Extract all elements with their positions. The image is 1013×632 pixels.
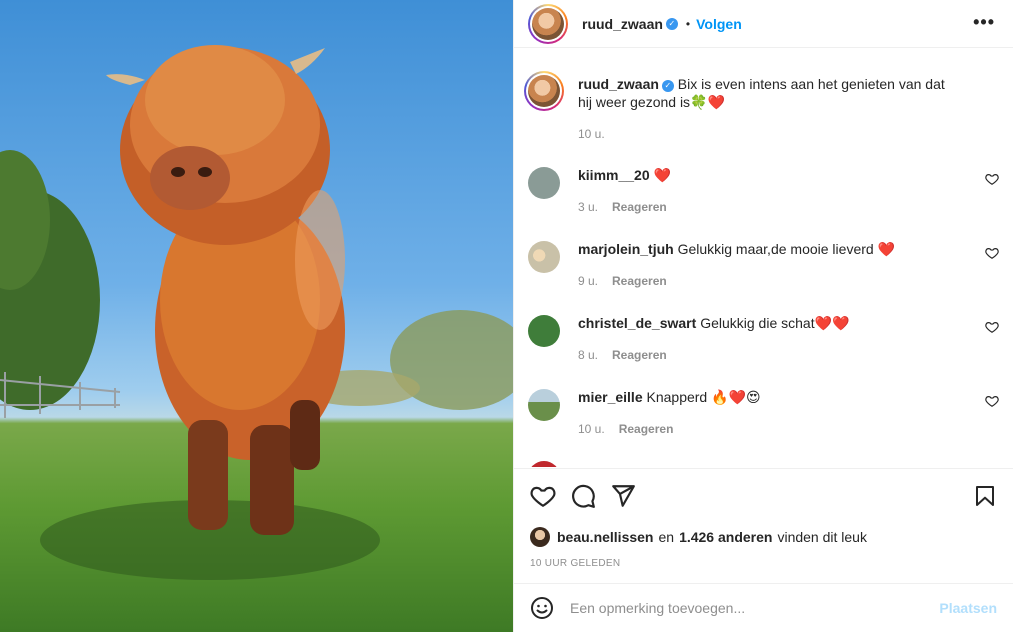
comment-text: Gelukkig die schat❤️❤️ bbox=[700, 315, 850, 331]
comment-icon[interactable] bbox=[570, 483, 596, 509]
comment-input[interactable] bbox=[570, 600, 940, 616]
comment-item: kiimm__20 ❤️ 3 u. Reageren bbox=[528, 166, 999, 216]
likes-count[interactable]: 1.426 anderen bbox=[679, 529, 772, 545]
comment-item: mier_eille Knapperd 🔥❤️😍 10 u. Reageren bbox=[528, 388, 999, 438]
author-username[interactable]: ruud_zwaan bbox=[582, 16, 663, 32]
commenter-avatar[interactable] bbox=[528, 167, 560, 199]
author-avatar[interactable] bbox=[528, 3, 568, 44]
post-timestamp[interactable]: 10 UUR GELEDEN bbox=[530, 558, 620, 569]
comment-username[interactable]: mier_eille bbox=[578, 389, 643, 405]
comment-text: ❤️ bbox=[653, 167, 671, 183]
verified-icon: ✓ bbox=[661, 80, 674, 92]
post-actions: beau.nellissen en 1.426 anderen vinden d… bbox=[514, 468, 1013, 583]
caption-avatar[interactable] bbox=[524, 71, 564, 111]
post-photo[interactable] bbox=[0, 0, 513, 632]
likes-suffix: vinden dit leuk bbox=[777, 529, 867, 545]
like-comment-heart-icon[interactable] bbox=[985, 172, 999, 186]
reply-button[interactable]: Reageren bbox=[612, 200, 667, 214]
commenter-avatar[interactable] bbox=[528, 241, 560, 273]
share-icon[interactable] bbox=[610, 483, 636, 509]
more-options-icon[interactable]: ••• bbox=[973, 12, 995, 33]
reply-button[interactable]: Reageren bbox=[612, 348, 667, 362]
comment-time[interactable]: 9 u. bbox=[578, 274, 598, 288]
comment-item: christel_de_swart Gelukkig die schat❤️❤️… bbox=[528, 314, 999, 364]
likes-connector: en bbox=[658, 529, 675, 545]
heart-icon[interactable] bbox=[530, 483, 556, 509]
bookmark-icon[interactable] bbox=[973, 483, 997, 509]
reply-button[interactable]: Reageren bbox=[619, 422, 674, 436]
comment-text: Knapperd 🔥❤️😍 bbox=[646, 389, 761, 405]
post-side-panel: ruud_zwaan ✓ • Volgen ••• ruud_zwaan ✓ Bi… bbox=[513, 0, 1013, 632]
comment-time[interactable]: 10 u. bbox=[578, 422, 605, 436]
add-comment-bar: Plaatsen bbox=[514, 583, 1013, 632]
comment-item: marjolein_tjuh Gelukkig maar,de mooie li… bbox=[528, 240, 999, 290]
comment-username[interactable]: marjolein_tjuh bbox=[578, 241, 674, 257]
follow-button[interactable]: Volgen bbox=[696, 16, 742, 32]
commenter-avatar[interactable] bbox=[528, 315, 560, 347]
emoji-icon[interactable] bbox=[530, 596, 554, 620]
post-caption: ruud_zwaan ✓ Bix is even intens aan het g… bbox=[524, 71, 999, 143]
post-header: ruud_zwaan ✓ • Volgen ••• bbox=[514, 0, 1013, 48]
like-comment-heart-icon[interactable] bbox=[985, 394, 999, 408]
comments-list[interactable]: ruud_zwaan ✓ Bix is even intens aan het g… bbox=[514, 49, 1013, 467]
caption-time[interactable]: 10 u. bbox=[578, 127, 605, 141]
comment-username[interactable]: christel_de_swart bbox=[578, 315, 696, 331]
likes-summary[interactable]: beau.nellissen en 1.426 anderen vinden d… bbox=[530, 527, 867, 547]
comment-username[interactable]: kiimm__20 bbox=[578, 167, 650, 183]
like-comment-heart-icon[interactable] bbox=[985, 246, 999, 260]
liker-avatar[interactable] bbox=[530, 527, 550, 547]
post-comment-button[interactable]: Plaatsen bbox=[939, 600, 997, 616]
commenter-avatar[interactable] bbox=[528, 389, 560, 421]
comment-time[interactable]: 3 u. bbox=[578, 200, 598, 214]
comment-time[interactable]: 8 u. bbox=[578, 348, 598, 362]
highland-calf-image bbox=[0, 45, 513, 580]
liker-username[interactable]: beau.nellissen bbox=[557, 529, 653, 545]
commenter-avatar[interactable] bbox=[528, 461, 560, 467]
separator-dot: • bbox=[685, 16, 691, 31]
post-viewer: ruud_zwaan ✓ • Volgen ••• ruud_zwaan ✓ Bi… bbox=[0, 0, 1013, 632]
like-comment-heart-icon[interactable] bbox=[985, 320, 999, 334]
verified-icon: ✓ bbox=[665, 17, 678, 30]
caption-username[interactable]: ruud_zwaan bbox=[578, 76, 659, 92]
reply-button[interactable]: Reageren bbox=[612, 274, 667, 288]
comment-text: Gelukkig maar,de mooie lieverd ❤️ bbox=[677, 241, 895, 257]
